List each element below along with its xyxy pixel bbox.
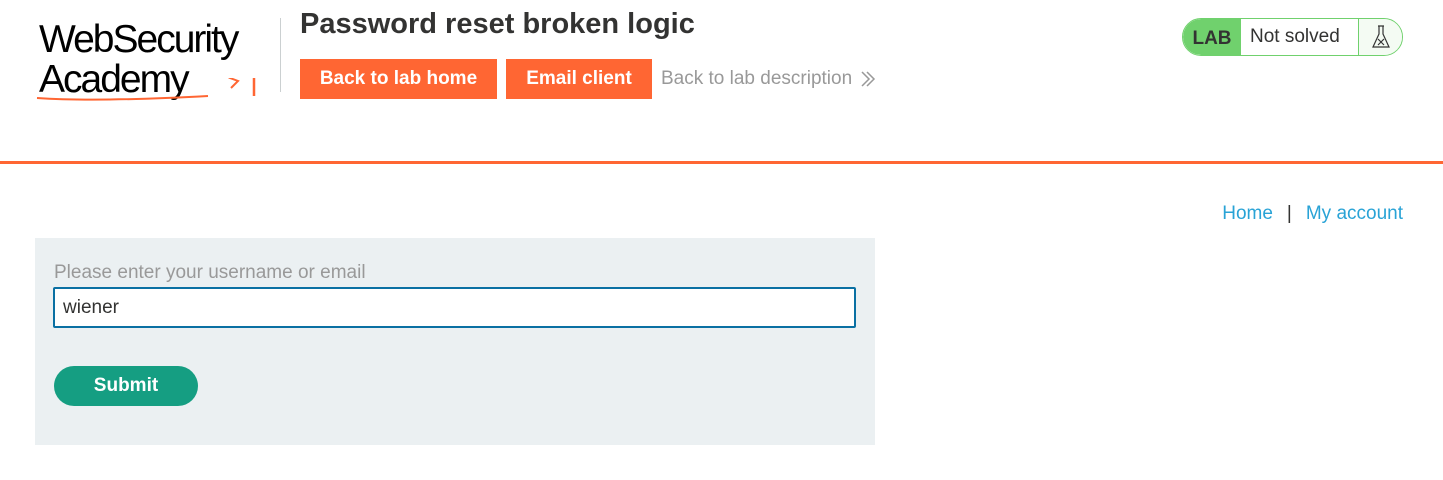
home-link[interactable]: Home bbox=[1222, 203, 1273, 225]
email-client-button[interactable]: Email client bbox=[506, 59, 652, 99]
lab-status-text: Not solved bbox=[1241, 19, 1358, 55]
header-divider bbox=[280, 18, 281, 92]
lab-status-widget: LAB Not solved bbox=[1182, 18, 1403, 56]
back-to-lab-description-link[interactable]: Back to lab description bbox=[661, 68, 876, 90]
double-chevron-right-icon bbox=[861, 71, 876, 87]
logo-lightning-icon bbox=[36, 78, 256, 101]
username-email-label: Please enter your username or email bbox=[54, 262, 366, 283]
submit-button[interactable]: Submit bbox=[54, 366, 198, 406]
flask-icon bbox=[1358, 19, 1402, 55]
back-to-lab-home-button[interactable]: Back to lab home bbox=[300, 59, 497, 99]
top-navigation: Home | My account bbox=[1222, 203, 1403, 225]
web-security-academy-logo[interactable]: WebSecurity Academy bbox=[36, 14, 280, 104]
password-reset-form: Please enter your username or email Subm… bbox=[35, 238, 875, 445]
my-account-link[interactable]: My account bbox=[1306, 203, 1403, 225]
nav-separator: | bbox=[1286, 203, 1292, 224]
lab-badge: LAB bbox=[1183, 19, 1241, 55]
logo-text-line1: WebSecurity bbox=[39, 18, 239, 61]
page-header: WebSecurity Academy Password reset broke… bbox=[0, 0, 1443, 165]
header-rule bbox=[0, 161, 1443, 164]
lab-title: Password reset broken logic bbox=[300, 8, 695, 40]
username-email-input[interactable] bbox=[53, 287, 856, 328]
back-to-lab-description-label: Back to lab description bbox=[661, 68, 853, 89]
